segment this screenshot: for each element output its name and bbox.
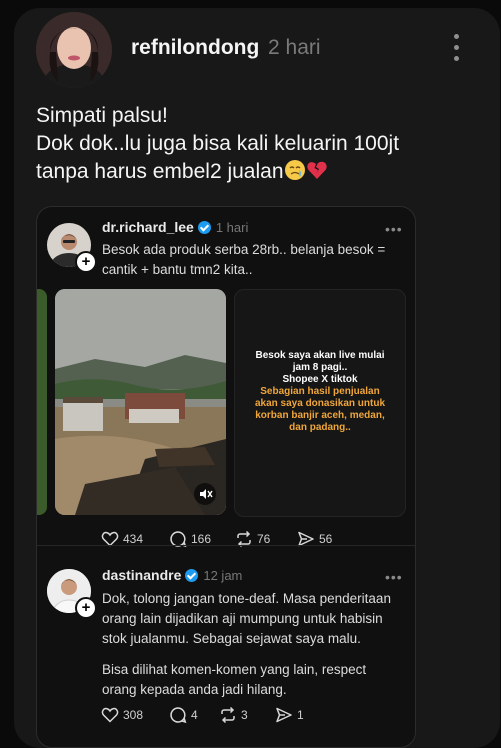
announcement-image[interactable]: Besok saya akan live mulai jam 8 pagi.. …: [234, 289, 406, 517]
announcement-text: Besok saya akan live mulai jam 8 pagi.. …: [235, 350, 405, 434]
media-prev-thumbnail[interactable]: [37, 289, 47, 515]
announcement-line: Shopee X tiktok: [282, 374, 358, 385]
share-count: 56: [319, 532, 333, 546]
announcement-line: dan padang..: [289, 422, 351, 433]
heart-icon: [101, 707, 119, 723]
like-count: 308: [123, 708, 144, 722]
reply-line: orang lain dijadikan aji mumpung untuk h…: [102, 611, 383, 626]
reply-body: Dok, tolong jangan tone-deaf. Masa pende…: [102, 589, 407, 711]
reply-paragraph: Bisa dilihat komen-komen yang lain, resp…: [102, 660, 407, 700]
flood-video[interactable]: [55, 289, 226, 515]
reply-line: Dok, tolong jangan tone-deaf. Masa pende…: [102, 591, 391, 606]
reply-paragraph: Dok, tolong jangan tone-deaf. Masa pende…: [102, 589, 407, 649]
reply-line: orang kepada anda jadi hilang.: [102, 682, 287, 697]
quoted-line: cantik + bantu tmn2 kita..: [102, 262, 253, 277]
follow-plus-icon[interactable]: +: [75, 597, 97, 619]
quoted-author-row: dr.richard_lee 1 hari: [102, 219, 248, 235]
post-body: Simpati palsu! Dok dok..lu juga bisa kal…: [36, 102, 476, 186]
follow-plus-icon[interactable]: +: [75, 251, 97, 273]
author-avatar[interactable]: [36, 12, 112, 88]
quoted-timestamp: 1 hari: [215, 220, 249, 235]
repost-icon: [221, 706, 235, 724]
repost-count: 3: [241, 708, 248, 722]
announcement-line: akan saya donasikan untuk: [254, 398, 386, 409]
quoted-body: Besok ada produk serba 28rb.. belanja be…: [102, 240, 402, 280]
verified-icon: [185, 569, 199, 582]
announcement-line: Sebagian hasil penjualan: [260, 386, 380, 397]
crying-emoji: [284, 160, 305, 180]
more-icon[interactable]: [452, 34, 460, 64]
reply-timestamp: 12 jam: [203, 568, 243, 583]
post-timestamp: 2 hari: [268, 36, 321, 59]
quoted-username[interactable]: dr.richard_lee: [102, 219, 194, 235]
post-line-3: tanpa harus embel2 jualan: [36, 158, 476, 186]
repost-count: 76: [257, 532, 271, 546]
comment-count: 4: [191, 708, 198, 722]
divider: [37, 545, 415, 546]
verified-icon: [197, 221, 211, 234]
post-line: Simpati palsu!: [36, 104, 168, 127]
comment-icon: [170, 707, 187, 724]
like-count: 434: [123, 532, 144, 546]
announcement-line: jam 8 pagi..: [292, 362, 348, 373]
reply-line: stok jualanmu. Sebagai sejawat saya malu…: [102, 631, 361, 646]
author-username[interactable]: refnilondong: [131, 36, 259, 60]
reply-line: Bisa dilihat komen-komen yang lain, resp…: [102, 662, 367, 677]
share-icon: [276, 707, 292, 723]
quoted-post[interactable]: + dr.richard_lee 1 hari ••• Besok ada pro…: [36, 206, 416, 748]
announcement-line: Besok saya akan live mulai: [255, 350, 385, 361]
quoted-line: Besok ada produk serba 28rb.. belanja be…: [102, 242, 386, 257]
reply-author-row: dastinandre 12 jam: [102, 567, 242, 583]
mute-icon[interactable]: [194, 483, 216, 505]
announcement-line: korban banjir aceh, medan,: [255, 410, 385, 421]
reply-username[interactable]: dastinandre: [102, 567, 181, 583]
more-icon[interactable]: •••: [385, 569, 403, 585]
post-line: Dok dok..lu juga bisa kali keluarin 100j…: [36, 132, 400, 155]
share-count: 1: [297, 708, 304, 722]
broken-heart-emoji: [306, 161, 327, 179]
comment-count: 166: [191, 532, 212, 546]
more-icon[interactable]: •••: [385, 221, 403, 237]
